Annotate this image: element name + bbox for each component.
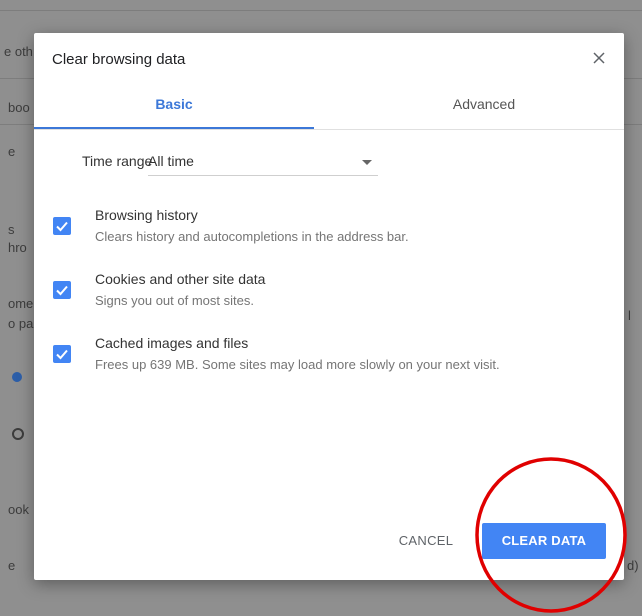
tab-advanced[interactable]: Advanced (344, 91, 624, 127)
backdrop-divider (0, 10, 642, 11)
option-title: Cached images and files (95, 335, 249, 351)
backdrop-radio-icon (12, 428, 24, 440)
cookies-checkbox[interactable] (53, 281, 71, 299)
backdrop-radio-icon (12, 372, 22, 382)
close-button[interactable] (588, 47, 610, 69)
checkmark-icon (56, 285, 68, 296)
tab-bar: Basic Advanced (34, 91, 624, 130)
option-description: Signs you out of most sites. (95, 293, 254, 308)
time-range-dropdown[interactable]: All time (148, 151, 378, 176)
dialog-title: Clear browsing data (52, 51, 186, 68)
dropdown-arrow-icon (362, 160, 372, 165)
time-range-value: All time (148, 153, 194, 169)
cancel-button[interactable]: CANCEL (384, 523, 468, 559)
tab-basic[interactable]: Basic (34, 91, 314, 129)
clear-browsing-data-dialog: Clear browsing data Basic Advanced Time … (34, 33, 624, 580)
option-title: Cookies and other site data (95, 271, 266, 287)
clear-data-button[interactable]: CLEAR DATA (482, 523, 606, 559)
checkmark-icon (56, 349, 68, 360)
option-browsing-history: Browsing history Clears history and auto… (53, 207, 613, 251)
option-title: Browsing history (95, 207, 198, 223)
backdrop-text: d) (627, 558, 639, 573)
backdrop-text: ook (8, 502, 29, 517)
backdrop-text: boo (8, 100, 30, 115)
option-cookies: Cookies and other site data Signs you ou… (53, 271, 613, 315)
option-description: Frees up 639 MB. Some sites may load mor… (95, 357, 500, 372)
close-icon (593, 52, 605, 64)
backdrop-text: o pa (8, 316, 34, 331)
time-range-label: Time range (82, 153, 153, 169)
backdrop-text: e (8, 558, 16, 573)
option-cached-images: Cached images and files Frees up 639 MB.… (53, 335, 613, 379)
option-description: Clears history and autocompletions in th… (95, 229, 409, 244)
backdrop-text: e (8, 144, 16, 159)
backdrop-text: l (628, 308, 631, 323)
checkmark-icon (56, 221, 68, 232)
backdrop-text: ome (8, 296, 34, 311)
backdrop-text: hro (8, 240, 27, 255)
backdrop-text: s (8, 222, 15, 237)
browsing-history-checkbox[interactable] (53, 217, 71, 235)
cached-images-checkbox[interactable] (53, 345, 71, 363)
backdrop-text: e oth (4, 44, 33, 59)
